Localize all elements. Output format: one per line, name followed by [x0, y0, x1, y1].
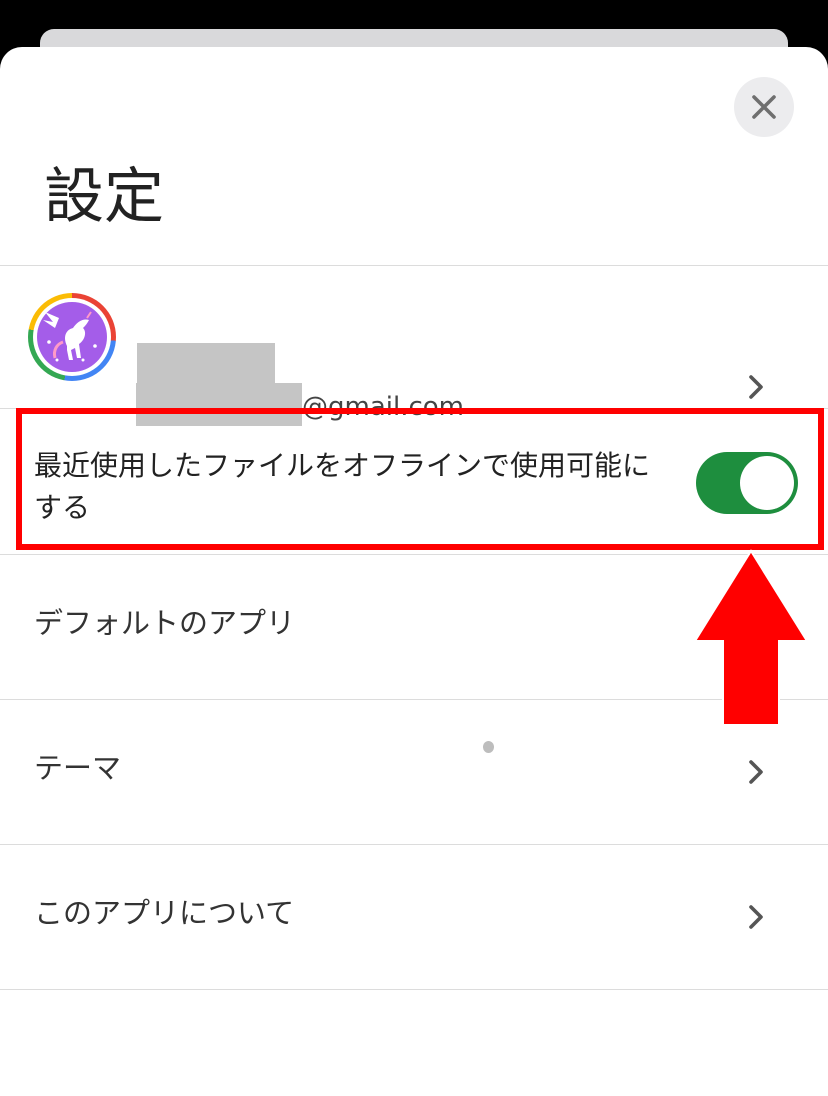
red-arrow-up-icon [693, 549, 809, 726]
pegasus-avatar-icon [28, 293, 116, 381]
divider [0, 989, 828, 990]
redacted-name [137, 343, 275, 383]
menu-item-label: テーマ [34, 751, 122, 785]
highlight-box-annotation [16, 408, 824, 550]
close-icon [752, 95, 776, 119]
touch-indicator [483, 741, 494, 753]
menu-item-label: デフォルトのアプリ [34, 606, 296, 640]
page-title: 設定 [44, 162, 164, 232]
close-button[interactable] [734, 77, 794, 137]
account-row[interactable]: @gmail.com [0, 266, 828, 426]
menu-item-about[interactable]: このアプリについて [0, 845, 828, 989]
chevron-right-icon [749, 905, 763, 929]
chevron-right-icon [749, 760, 763, 784]
menu-item-label: このアプリについて [34, 896, 295, 930]
chevron-right-icon [749, 375, 763, 399]
